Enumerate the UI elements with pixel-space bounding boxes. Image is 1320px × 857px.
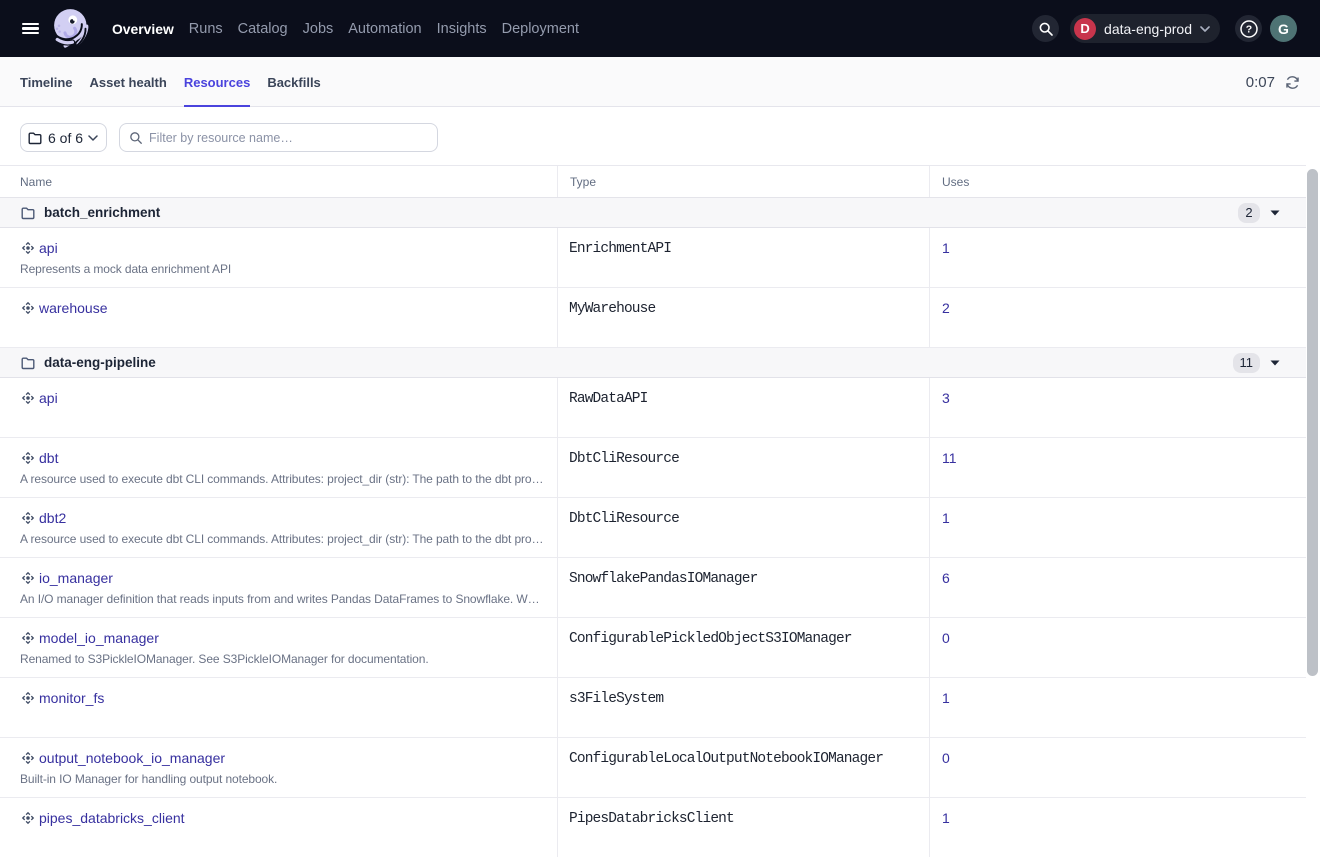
svg-text:?: ? (1245, 23, 1251, 35)
